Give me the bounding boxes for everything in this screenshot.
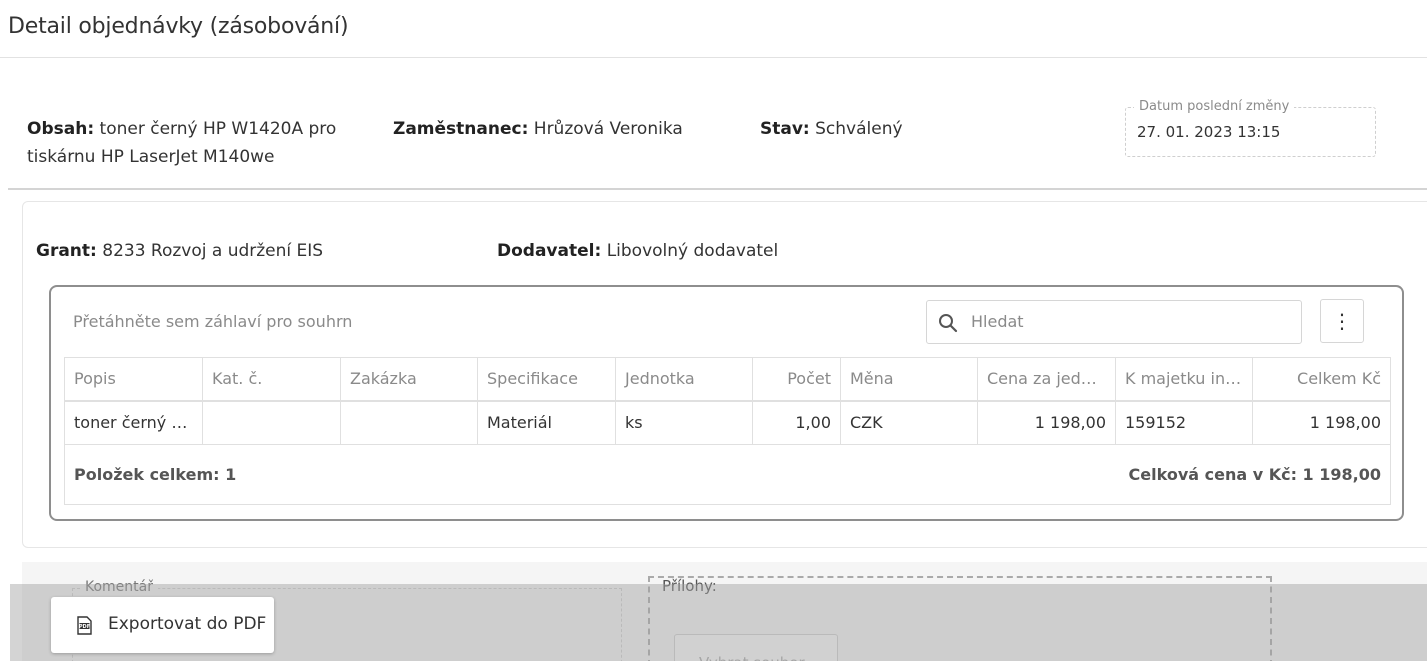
title-divider [0, 57, 1427, 58]
search-icon [939, 314, 958, 333]
footer-item-count: Položek celkem: 1 [64, 444, 753, 505]
cell-mena: CZK [840, 400, 978, 445]
grant-label: Grant: [36, 241, 97, 261]
field-zamestnanec: Zaměstnanec: Hrůzová Veronika [393, 115, 683, 143]
search-input[interactable]: Hledat [926, 300, 1302, 344]
column-header-k-majetku[interactable]: K majetku inv... [1115, 357, 1253, 402]
stav-label: Stav: [760, 119, 810, 139]
cell-k-majetku: 159152 [1115, 400, 1253, 445]
column-header-specifikace[interactable]: Specifikace [477, 357, 616, 402]
column-header-celkem[interactable]: Celkem Kč [1252, 357, 1391, 402]
zamestnanec-value: Hrůzová Veronika [533, 119, 683, 139]
column-header-zakazka[interactable]: Zakázka [340, 357, 478, 402]
field-dodavatel: Dodavatel: Libovolný dodavatel [497, 237, 778, 265]
table-footer-row: Položek celkem: 1 Celková cena v Kč: 1 1… [64, 444, 1391, 505]
search-placeholder: Hledat [971, 312, 1024, 331]
cell-celkem: 1 198,00 [1252, 400, 1391, 445]
cell-pocet: 1,00 [752, 400, 841, 445]
date-legend: Datum poslední změny [1134, 99, 1295, 114]
export-pdf-label: Exportovat do PDF [108, 614, 267, 634]
dodavatel-label: Dodavatel: [497, 241, 602, 261]
grid-menu-button[interactable]: ⋮ [1320, 299, 1364, 343]
date-value: 27. 01. 2023 13:15 [1137, 123, 1281, 141]
table-row[interactable]: toner černý H... Materiál ks 1,00 CZK 1 … [64, 400, 1391, 445]
zamestnanec-label: Zaměstnanec: [393, 119, 529, 139]
grant-value: 8233 Rozvoj a udržení EIS [102, 241, 324, 261]
cell-jednotka: ks [615, 400, 753, 445]
column-header-cena-za-jednotku[interactable]: Cena za jedn... [977, 357, 1116, 402]
cell-cena-za-jednotku: 1 198,00 [977, 400, 1116, 445]
more-vertical-icon: ⋮ [1332, 309, 1352, 333]
dodavatel-value: Libovolný dodavatel [606, 241, 779, 261]
section-divider [8, 188, 1427, 190]
stav-value: Schválený [815, 119, 903, 139]
column-header-jednotka[interactable]: Jednotka [615, 357, 753, 402]
pdf-icon: PDF [77, 616, 92, 635]
group-panel-hint[interactable]: Přetáhněte sem záhlaví pro souhrn [73, 312, 352, 331]
obsah-label: Obsah: [27, 119, 95, 139]
last-change-date-field: Datum poslední změny 27. 01. 2023 13:15 [1125, 99, 1376, 157]
field-stav: Stav: Schválený [760, 115, 903, 143]
table-header-row: Popis Kat. č. Zakázka Specifikace Jednot… [64, 357, 1391, 402]
cell-kat-c [202, 400, 341, 445]
column-header-popis[interactable]: Popis [64, 357, 203, 402]
svg-text:PDF: PDF [79, 624, 90, 630]
cell-specifikace: Materiál [477, 400, 616, 445]
footer-total-price: Celková cena v Kč: 1 198,00 [752, 444, 1391, 505]
column-header-kat-c[interactable]: Kat. č. [202, 357, 341, 402]
column-header-pocet[interactable]: Počet [752, 357, 841, 402]
export-pdf-button[interactable]: PDF Exportovat do PDF [51, 597, 274, 653]
items-table: Popis Kat. č. Zakázka Specifikace Jednot… [64, 357, 1391, 505]
cell-popis: toner černý H... [64, 400, 203, 445]
page-title: Detail objednávky (zásobování) [8, 14, 349, 39]
field-grant: Grant: 8233 Rozvoj a udržení EIS [36, 237, 323, 265]
cell-zakazka [340, 400, 478, 445]
column-header-mena[interactable]: Měna [840, 357, 978, 402]
field-obsah: Obsah: toner černý HP W1420A pro tiskárn… [27, 115, 372, 171]
